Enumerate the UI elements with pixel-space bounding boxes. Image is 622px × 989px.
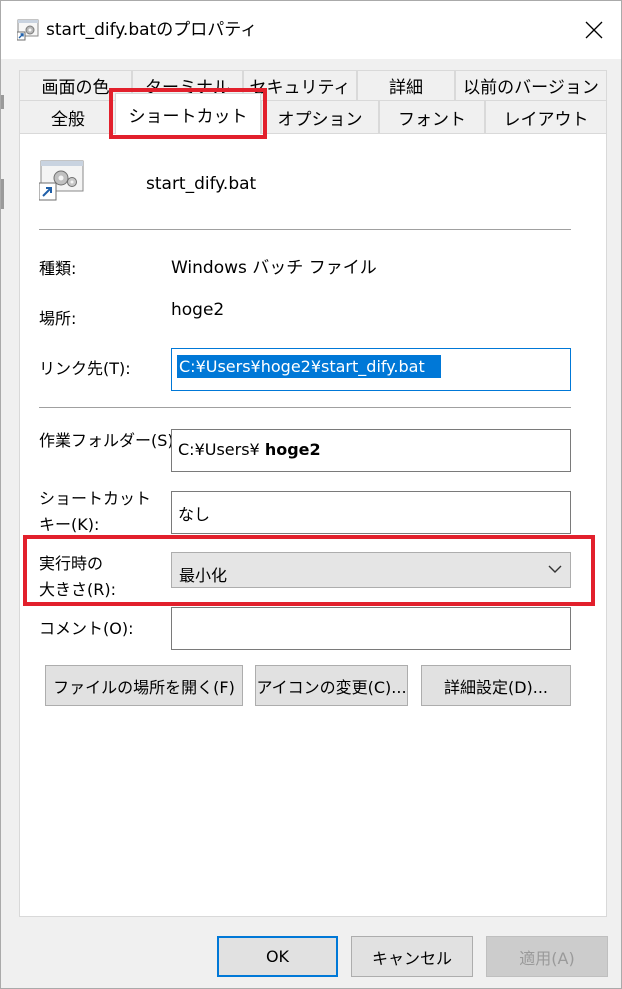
tab-shortcut[interactable]: ショートカット — [115, 93, 261, 134]
background-edge — [1, 95, 4, 109]
background-edge — [1, 179, 4, 209]
comment-label: コメント(O): — [39, 619, 134, 638]
workdir-value-bold: hoge2 — [264, 440, 321, 459]
title-bar[interactable]: start_dify.batのプロパティ — [1, 1, 621, 59]
batch-file-icon — [38, 159, 85, 201]
divider — [39, 229, 571, 230]
properties-window: start_dify.batのプロパティ 画面の色 ターミナル セキュリティ 詳… — [0, 0, 622, 989]
tab-previous-versions[interactable]: 以前のバージョン — [455, 70, 607, 100]
run-label-2: 大きさ(R): — [39, 580, 116, 599]
close-button[interactable] — [567, 1, 621, 59]
target-value: C:¥Users¥hoge2¥start_dify.bat — [177, 355, 441, 378]
run-label: 実行時の — [39, 554, 104, 573]
hotkey-input[interactable]: なし — [171, 491, 571, 534]
hotkey-label-2: キー(K): — [39, 515, 100, 534]
divider — [39, 407, 571, 408]
batch-file-icon — [16, 19, 39, 41]
type-label: 種類: — [39, 259, 77, 278]
comment-input[interactable] — [171, 607, 571, 650]
hotkey-label: ショートカット — [39, 489, 152, 508]
apply-button[interactable]: 適用(A) — [486, 936, 608, 977]
window-title: start_dify.batのプロパティ — [46, 20, 258, 40]
tab-general[interactable]: 全般 — [19, 100, 117, 133]
advanced-button[interactable]: 詳細設定(D)... — [421, 665, 571, 706]
location-value: hoge2 — [171, 300, 225, 320]
type-value: Windows バッチ ファイル — [171, 258, 377, 278]
location-label: 場所: — [39, 309, 77, 328]
tab-options[interactable]: オプション — [261, 100, 379, 133]
target-label: リンク先(T): — [39, 359, 131, 378]
workdir-value: C:¥Users¥ — [178, 440, 265, 459]
run-size-value: 最小化 — [179, 566, 228, 585]
file-name: start_dify.bat — [146, 174, 257, 194]
close-icon — [585, 21, 603, 39]
tab-layout[interactable]: レイアウト — [485, 100, 607, 133]
run-size-select[interactable]: 最小化 — [171, 552, 571, 588]
hotkey-value: なし — [178, 505, 211, 524]
tab-font[interactable]: フォント — [379, 100, 485, 133]
target-input[interactable]: C:¥Users¥hoge2¥start_dify.bat — [171, 348, 571, 391]
workdir-input[interactable]: C:¥Users¥ hoge2 — [171, 429, 571, 472]
open-file-location-button[interactable]: ファイルの場所を開く(F) — [45, 665, 243, 706]
chevron-down-icon — [548, 565, 562, 573]
change-icon-button[interactable]: アイコンの変更(C)... — [255, 665, 408, 706]
ok-button[interactable]: OK — [217, 936, 338, 977]
workdir-label: 作業フォルダー(S): — [39, 431, 180, 450]
tab-details[interactable]: 詳細 — [357, 70, 455, 100]
cancel-button[interactable]: キャンセル — [351, 936, 473, 977]
